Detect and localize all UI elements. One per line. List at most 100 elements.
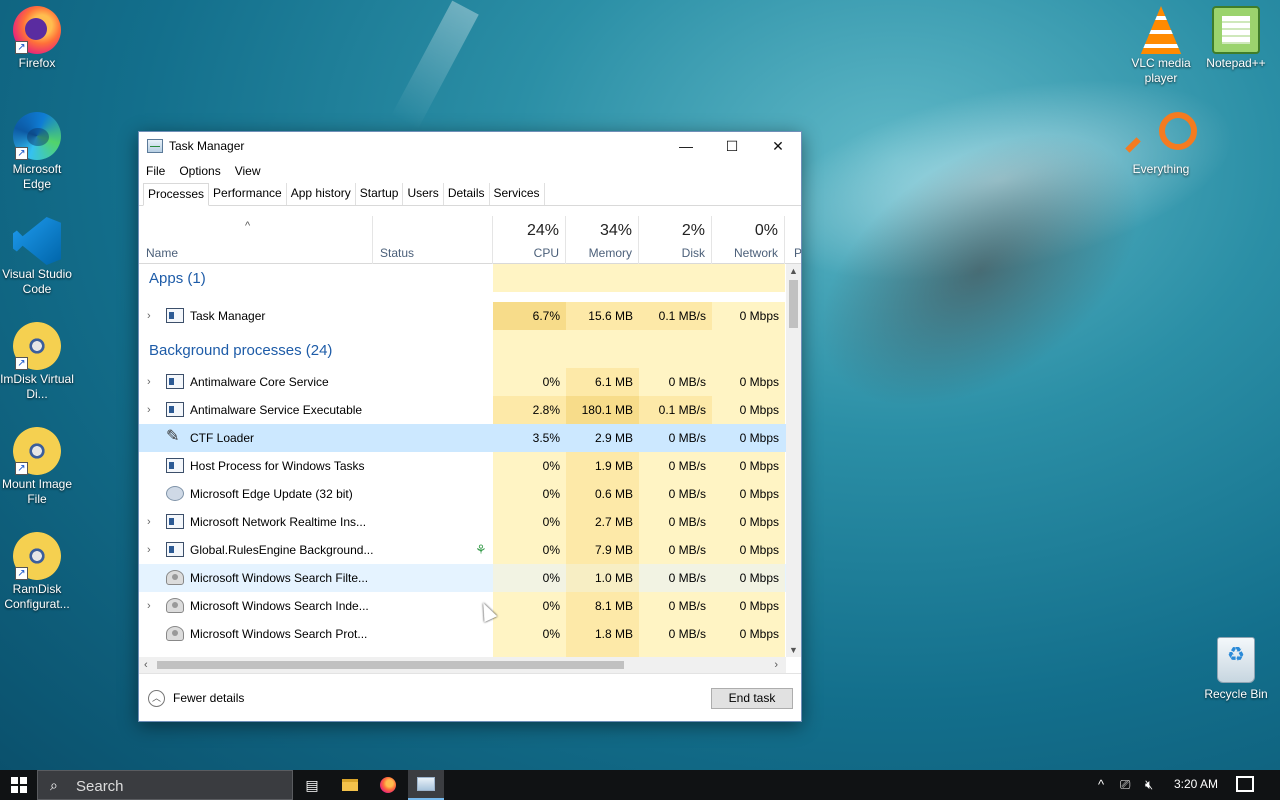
scroll-right-icon[interactable]: › bbox=[774, 657, 778, 673]
close-button[interactable]: ✕ bbox=[755, 132, 801, 160]
memory-cell: 1.0 MB bbox=[566, 564, 639, 592]
action-center-icon[interactable] bbox=[1236, 776, 1254, 792]
table-row[interactable]: › Antimalware Service Executable 2.8% 18… bbox=[139, 396, 786, 424]
chevron-right-icon[interactable]: › bbox=[147, 592, 151, 620]
table-row[interactable]: › Global.RulesEngine Background... ⚘ 0% … bbox=[139, 536, 786, 564]
maximize-button[interactable]: ☐ bbox=[709, 132, 755, 160]
horizontal-scrollbar[interactable]: ‹ › bbox=[139, 657, 786, 673]
network-cell: 0 Mbps bbox=[712, 592, 785, 620]
desktop-icon-everything[interactable]: Everything bbox=[1123, 112, 1199, 177]
memory-cell bbox=[566, 648, 639, 657]
column-header-network[interactable]: 0% Network bbox=[712, 216, 785, 264]
table-row-selected[interactable]: CTF Loader 3.5% 2.9 MB 0 MB/s 0 Mbps bbox=[139, 424, 786, 452]
scroll-thumb[interactable] bbox=[157, 661, 624, 669]
disk-cell: 0 MB/s bbox=[639, 564, 712, 592]
fewer-details-link[interactable]: Fewer details bbox=[173, 691, 244, 705]
memory-cell: 8.1 MB bbox=[566, 592, 639, 620]
network-cell: 0 Mbps bbox=[712, 452, 785, 480]
column-header-row: ^ Name Status 24% CPU 34% Memory 2% Disk… bbox=[139, 216, 803, 264]
taskbar-task-manager[interactable] bbox=[408, 770, 444, 800]
menu-bar: File Options View bbox=[139, 160, 801, 182]
chevron-right-icon[interactable]: › bbox=[147, 368, 151, 396]
desktop-icon-edge[interactable]: ↗ Microsoft Edge bbox=[0, 112, 75, 192]
menu-options[interactable]: Options bbox=[179, 164, 220, 178]
cpu-cell: 0% bbox=[493, 592, 566, 620]
desktop-icon-mount-image[interactable]: ↗ Mount Image File bbox=[0, 427, 75, 507]
desktop-icon-notepadpp[interactable]: Notepad++ bbox=[1198, 6, 1274, 71]
table-row[interactable]: Microsoft Windows Search Prot... 0% 1.8 … bbox=[139, 620, 786, 648]
window-footer: ︿ Fewer details End task bbox=[139, 673, 801, 721]
chevron-up-circle-icon[interactable]: ︿ bbox=[148, 690, 165, 707]
table-row[interactable]: › Microsoft Windows Search Inde... 0% 8.… bbox=[139, 592, 786, 620]
table-row-hover[interactable]: Microsoft Windows Search Filte... 0% 1.0… bbox=[139, 564, 786, 592]
column-label: P bbox=[794, 246, 803, 260]
scroll-thumb[interactable] bbox=[789, 280, 798, 328]
menu-view[interactable]: View bbox=[235, 164, 261, 178]
chevron-right-icon[interactable]: › bbox=[147, 508, 151, 536]
table-row[interactable]: Microsoft Edge Update (32 bit) 0% 0.6 MB… bbox=[139, 480, 786, 508]
vertical-scrollbar[interactable]: ▲ ▼ bbox=[786, 264, 801, 657]
firefox-icon bbox=[380, 777, 396, 793]
cpu-cell: 0% bbox=[493, 620, 566, 648]
table-row[interactable]: Host Process for Windows Tasks 0% 1.9 MB… bbox=[139, 452, 786, 480]
column-header-name[interactable]: ^ Name bbox=[139, 216, 373, 264]
taskbar-file-explorer[interactable] bbox=[332, 770, 368, 800]
memory-cell: 180.1 MB bbox=[566, 396, 639, 424]
clock[interactable]: 3:20 AM bbox=[1170, 777, 1222, 791]
desktop-icon-label: RamDisk Configurat... bbox=[4, 582, 70, 611]
scroll-up-icon[interactable]: ▲ bbox=[786, 266, 801, 276]
desktop-icon-vscode[interactable]: Visual Studio Code bbox=[0, 217, 75, 297]
taskbar-firefox[interactable] bbox=[370, 770, 406, 800]
desktop-icon-vlc[interactable]: VLC media player bbox=[1123, 6, 1199, 86]
column-header-power[interactable]: P bbox=[785, 216, 803, 264]
desktop-icon-imdisk[interactable]: ↗ ImDisk Virtual Di... bbox=[0, 322, 75, 402]
volume-muted-icon[interactable]: 🔇︎ bbox=[1145, 770, 1153, 800]
memory-cell: 1.8 MB bbox=[566, 620, 639, 648]
scroll-down-icon[interactable]: ▼ bbox=[786, 645, 801, 655]
network-icon[interactable]: ⎚ bbox=[1120, 770, 1130, 800]
chevron-right-icon[interactable]: › bbox=[147, 396, 151, 424]
scroll-left-icon[interactable]: ‹ bbox=[144, 657, 148, 673]
shortcut-arrow-icon: ↗ bbox=[15, 147, 28, 160]
task-manager-icon bbox=[166, 308, 184, 323]
tab-app-history[interactable]: App history bbox=[287, 183, 356, 205]
tab-performance[interactable]: Performance bbox=[209, 183, 287, 205]
minimize-button[interactable]: — bbox=[663, 132, 709, 160]
task-view-icon: ▤ bbox=[305, 776, 319, 793]
show-hidden-icons-icon[interactable]: ^ bbox=[1098, 770, 1104, 800]
column-label: Name bbox=[146, 246, 179, 260]
column-header-status[interactable]: Status bbox=[373, 216, 493, 264]
chevron-right-icon[interactable]: › bbox=[147, 536, 151, 564]
title-bar[interactable]: Task Manager — ☐ ✕ bbox=[139, 132, 801, 160]
network-cell: 0 Mbps bbox=[712, 536, 785, 564]
column-header-disk[interactable]: 2% Disk bbox=[639, 216, 712, 264]
group-header-background: Background processes (24) bbox=[139, 330, 786, 368]
table-row[interactable]: › Task Manager 6.7% 15.6 MB 0.1 MB/s 0 M… bbox=[139, 302, 786, 330]
tab-users[interactable]: Users bbox=[403, 183, 444, 205]
table-row[interactable]: › Microsoft Network Realtime Ins... 0% 2… bbox=[139, 508, 786, 536]
taskbar-search-box[interactable]: ⌕ Search bbox=[37, 770, 293, 800]
task-view-button[interactable]: ▤ bbox=[294, 770, 330, 800]
table-row[interactable]: › Antimalware Core Service 0% 6.1 MB 0 M… bbox=[139, 368, 786, 396]
tab-details[interactable]: Details bbox=[444, 183, 490, 205]
end-task-button[interactable]: End task bbox=[711, 688, 793, 709]
menu-file[interactable]: File bbox=[146, 164, 165, 178]
network-cell bbox=[712, 330, 785, 368]
cpu-cell: 0% bbox=[493, 368, 566, 396]
window-title: Task Manager bbox=[169, 139, 245, 153]
desktop-icon-recycle-bin[interactable]: Recycle Bin bbox=[1198, 637, 1274, 702]
tab-startup[interactable]: Startup bbox=[356, 183, 404, 205]
start-button[interactable] bbox=[0, 770, 37, 800]
desktop-icon-firefox[interactable]: ↗ Firefox bbox=[0, 6, 75, 71]
tab-processes[interactable]: Processes bbox=[143, 183, 210, 206]
tab-services[interactable]: Services bbox=[490, 183, 545, 205]
desktop-icon-ramdisk[interactable]: ↗ RamDisk Configurat... bbox=[0, 532, 75, 612]
cpu-cell bbox=[493, 330, 566, 368]
chevron-right-icon[interactable]: › bbox=[147, 302, 151, 330]
desktop-icon-label: Mount Image File bbox=[1, 477, 73, 506]
desktop-icon-label: VLC media player bbox=[1131, 56, 1191, 85]
column-header-memory[interactable]: 34% Memory bbox=[566, 216, 639, 264]
cpu-cell: 6.7% bbox=[493, 302, 566, 330]
cpu-cell bbox=[493, 648, 566, 657]
column-header-cpu[interactable]: 24% CPU bbox=[493, 216, 566, 264]
